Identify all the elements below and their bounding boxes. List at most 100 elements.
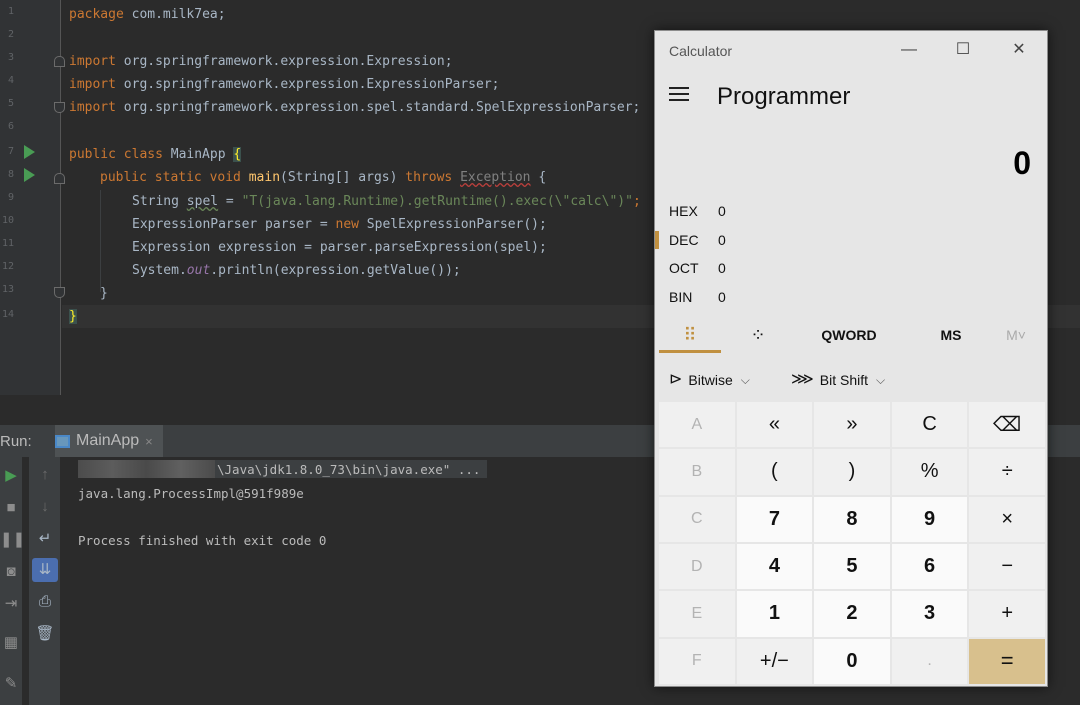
fold-icon[interactable]: [54, 102, 65, 113]
camera-icon[interactable]: ◙: [0, 561, 22, 583]
bit-toggle-tab-icon[interactable]: ⁘: [727, 317, 789, 353]
string-literal: "T(java.lang.Runtime).getRuntime().exec(…: [241, 194, 633, 209]
key-d[interactable]: D: [659, 543, 735, 590]
close-tab-icon[interactable]: ×: [145, 434, 153, 449]
line-number: 2: [7, 29, 14, 40]
variable: spel: [186, 194, 219, 209]
print-icon[interactable]: ⎙: [32, 590, 58, 614]
memory-list-button[interactable]: M˅: [994, 317, 1038, 353]
brace: {: [233, 147, 242, 162]
key-9[interactable]: 9: [891, 496, 968, 542]
code-line-14: }: [69, 305, 77, 328]
keyword: public static void: [100, 170, 241, 185]
key-equals[interactable]: =: [969, 638, 1045, 684]
keypad-tab-icon[interactable]: ⠿: [659, 317, 721, 353]
key-decimal[interactable]: .: [891, 638, 968, 684]
key-b[interactable]: B: [659, 449, 735, 495]
operations-row: ⊳ Bitwise ⌵ ⋙ Bit Shift ⌵: [659, 363, 1045, 397]
key-e[interactable]: E: [659, 591, 735, 637]
bitshift-dropdown[interactable]: ⋙ Bit Shift ⌵: [791, 367, 885, 393]
key-1[interactable]: 1: [736, 591, 813, 637]
key-minus[interactable]: −: [969, 543, 1045, 590]
base-name: BIN: [669, 289, 693, 305]
shift-icon: ⋙: [791, 371, 814, 388]
key-multiply[interactable]: ×: [969, 496, 1045, 542]
scroll-end-icon[interactable]: ⇊: [32, 558, 58, 582]
key-modulo[interactable]: %: [891, 449, 968, 495]
base-dec[interactable]: DEC 0: [655, 226, 1047, 254]
wrap-icon[interactable]: ↵: [32, 527, 58, 551]
code-text: {: [530, 170, 547, 185]
key-divide[interactable]: ÷: [969, 449, 1045, 495]
key-right-shift[interactable]: »: [814, 402, 890, 448]
trash-icon[interactable]: 🗑: [32, 622, 58, 646]
key-open-paren[interactable]: (: [736, 449, 813, 495]
run-tab-mainapp[interactable]: MainApp ×: [55, 425, 163, 457]
key-5[interactable]: 5: [814, 543, 890, 590]
bitwise-dropdown[interactable]: ⊳ Bitwise ⌵: [669, 367, 750, 393]
stop-icon[interactable]: ■: [0, 497, 22, 519]
key-f[interactable]: F: [659, 638, 735, 684]
pause-icon[interactable]: ❚❚: [0, 529, 25, 551]
code-line-9: String spel = "T(java.lang.Runtime).getR…: [132, 190, 641, 213]
line-number: 3: [7, 52, 14, 63]
fold-icon[interactable]: [54, 287, 65, 298]
mode-title: Programmer: [717, 83, 851, 110]
base-name: OCT: [669, 260, 699, 276]
base-hex[interactable]: HEX 0: [655, 197, 1047, 225]
run-icon[interactable]: ▶: [0, 465, 22, 487]
key-4[interactable]: 4: [736, 543, 813, 590]
backspace-icon[interactable]: ⌫: [969, 402, 1045, 448]
key-3[interactable]: 3: [891, 591, 968, 637]
maximize-button[interactable]: ☐: [949, 39, 977, 61]
field: out: [186, 263, 211, 278]
console-icon: [55, 434, 70, 448]
run-label: Run:: [0, 433, 32, 450]
key-clear[interactable]: C: [891, 402, 968, 448]
hamburger-menu-icon[interactable]: [669, 87, 689, 101]
keyword: import: [69, 54, 116, 69]
keyword: import: [69, 77, 116, 92]
key-8[interactable]: 8: [814, 496, 890, 542]
down-arrow-icon[interactable]: ↓: [32, 495, 58, 519]
key-negate[interactable]: +/−: [736, 638, 813, 684]
key-plus[interactable]: +: [969, 591, 1045, 637]
base-value: 0: [718, 289, 726, 305]
base-bin[interactable]: BIN 0: [655, 283, 1047, 311]
memory-store-button[interactable]: MS: [929, 317, 973, 353]
layout-icon[interactable]: ▦: [0, 632, 22, 654]
run-main-icon[interactable]: [24, 168, 35, 182]
key-a[interactable]: A: [659, 402, 735, 448]
login-icon[interactable]: ⇥: [0, 593, 22, 615]
base-oct[interactable]: OCT 0: [655, 254, 1047, 282]
console-toolbar: ↑ ↓ ↵ ⇊ ⎙ 🗑: [29, 457, 61, 705]
up-arrow-icon[interactable]: ↑: [32, 463, 58, 487]
calculator-window: Calculator — ☐ ✕ Programmer 0 HEX 0 DEC …: [654, 30, 1048, 687]
key-2[interactable]: 2: [814, 591, 890, 637]
fold-icon[interactable]: [54, 173, 65, 184]
code-text: SpelExpressionParser();: [358, 217, 547, 232]
minimize-button[interactable]: —: [895, 39, 923, 61]
close-button[interactable]: ✕: [1005, 39, 1033, 61]
brace: }: [69, 309, 77, 324]
key-c[interactable]: C: [659, 496, 735, 542]
line-number: 10: [1, 215, 14, 226]
key-6[interactable]: 6: [891, 543, 968, 590]
pin-icon[interactable]: ✎: [0, 673, 22, 695]
bitshift-label: Bit Shift: [819, 372, 869, 388]
key-0[interactable]: 0: [814, 638, 890, 684]
console-output[interactable]: \Java\jdk1.8.0_73\bin\java.exe" ... java…: [62, 457, 662, 705]
line-number: 9: [7, 192, 14, 203]
method-name: main: [240, 170, 281, 185]
word-size-button[interactable]: QWORD: [809, 317, 889, 353]
key-7[interactable]: 7: [736, 496, 813, 542]
line-number: 1: [7, 6, 14, 17]
run-class-icon[interactable]: [24, 145, 35, 159]
key-close-paren[interactable]: ): [814, 449, 890, 495]
code-line-13: }: [100, 286, 108, 301]
fold-icon[interactable]: [54, 56, 65, 67]
code-line-5: import org.springframework.expression.sp…: [69, 96, 640, 119]
line-number: 5: [7, 98, 14, 109]
key-left-shift[interactable]: «: [736, 402, 813, 448]
base-name: HEX: [669, 203, 698, 219]
